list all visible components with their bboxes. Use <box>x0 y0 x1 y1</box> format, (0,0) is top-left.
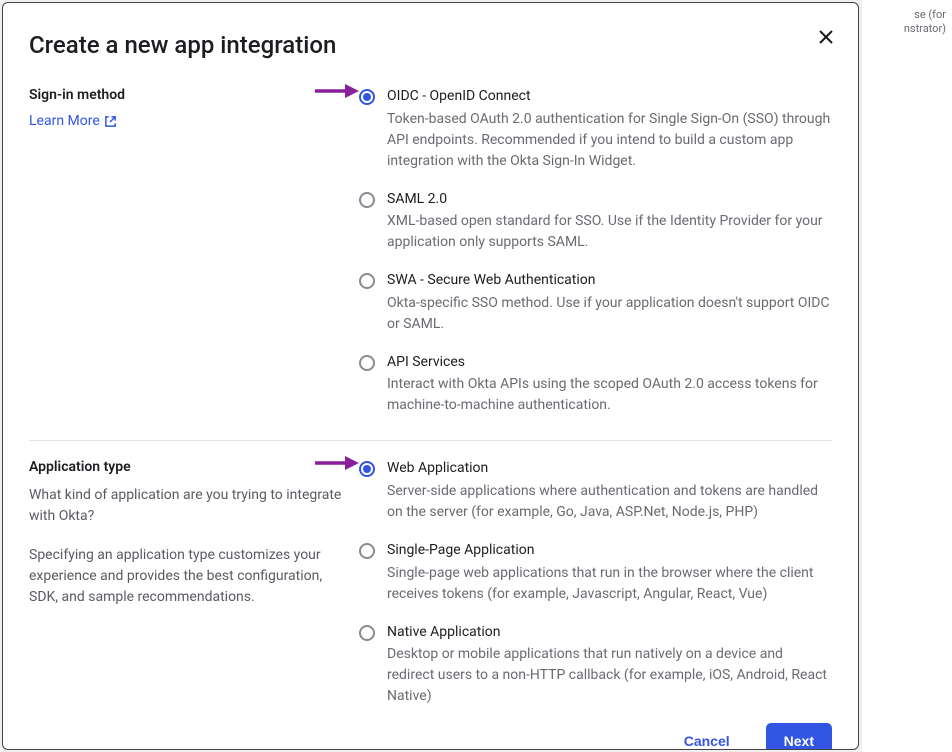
signin-left-column: Sign-in method Learn More <box>29 87 359 129</box>
learn-more-link[interactable]: Learn More <box>29 113 117 129</box>
radio-label: OIDC - OpenID Connect <box>387 87 832 107</box>
radio-label: Web Application <box>387 459 832 479</box>
annotation-arrow-signin <box>313 82 359 100</box>
radio-input-api-services[interactable] <box>359 355 375 371</box>
annotation-arrow-apptype <box>313 454 359 472</box>
apptype-heading: Application type <box>29 459 351 475</box>
next-button[interactable]: Next <box>766 723 832 750</box>
section-signin-method: Sign-in method Learn More OIDC - OpenID … <box>29 87 832 422</box>
radio-oidc[interactable]: OIDC - OpenID Connect Token-based OAuth … <box>359 87 832 172</box>
close-icon <box>818 29 834 45</box>
radio-label: SAML 2.0 <box>387 190 832 210</box>
radio-input-spa[interactable] <box>359 543 375 559</box>
radio-input-web-app[interactable] <box>359 461 375 477</box>
radio-api-services[interactable]: API Services Interact with Okta APIs usi… <box>359 353 832 417</box>
radio-label: API Services <box>387 353 832 373</box>
radio-saml[interactable]: SAML 2.0 XML-based open standard for SSO… <box>359 190 832 254</box>
external-link-icon <box>104 115 117 128</box>
radio-desc: Desktop or mobile applications that run … <box>387 644 832 707</box>
learn-more-label: Learn More <box>29 113 100 129</box>
bg-text-2: nstrator) <box>868 22 946 36</box>
section-application-type: Application type What kind of applicatio… <box>29 459 832 707</box>
radio-input-oidc[interactable] <box>359 89 375 105</box>
signin-options: OIDC - OpenID Connect Token-based OAuth … <box>359 87 832 422</box>
radio-input-native-app[interactable] <box>359 625 375 641</box>
radio-native-app[interactable]: Native Application Desktop or mobile app… <box>359 623 832 708</box>
create-app-integration-modal: Create a new app integration Sign-in met… <box>2 2 859 750</box>
bg-text-1: se (for <box>868 8 946 22</box>
apptype-subtext-2: Specifying an application type customize… <box>29 545 351 608</box>
radio-label: Native Application <box>387 623 832 643</box>
section-divider <box>29 440 832 441</box>
radio-desc: Server-side applications where authentic… <box>387 481 832 523</box>
signin-heading: Sign-in method <box>29 87 351 103</box>
modal-body: Create a new app integration Sign-in met… <box>3 3 858 749</box>
radio-spa[interactable]: Single-Page Application Single-page web … <box>359 541 832 605</box>
close-button[interactable] <box>818 29 836 47</box>
radio-label: SWA - Secure Web Authentication <box>387 271 832 291</box>
radio-desc: Token-based OAuth 2.0 authentication for… <box>387 109 832 172</box>
radio-input-swa[interactable] <box>359 273 375 289</box>
radio-web-app[interactable]: Web Application Server-side applications… <box>359 459 832 523</box>
radio-desc: Okta-specific SSO method. Use if your ap… <box>387 293 832 335</box>
cancel-button[interactable]: Cancel <box>666 723 748 750</box>
radio-label: Single-Page Application <box>387 541 832 561</box>
radio-desc: XML-based open standard for SSO. Use if … <box>387 211 832 253</box>
apptype-subtext-1: What kind of application are you trying … <box>29 485 351 527</box>
apptype-options: Web Application Server-side applications… <box>359 459 832 707</box>
radio-desc: Interact with Okta APIs using the scoped… <box>387 374 832 416</box>
radio-desc: Single-page web applications that run in… <box>387 563 832 605</box>
modal-title: Create a new app integration <box>29 31 832 59</box>
page-background-hint: se (for nstrator) <box>862 0 952 752</box>
apptype-left-column: Application type What kind of applicatio… <box>29 459 359 626</box>
radio-input-saml[interactable] <box>359 192 375 208</box>
radio-swa[interactable]: SWA - Secure Web Authentication Okta-spe… <box>359 271 832 335</box>
modal-footer: Cancel Next <box>29 707 832 750</box>
